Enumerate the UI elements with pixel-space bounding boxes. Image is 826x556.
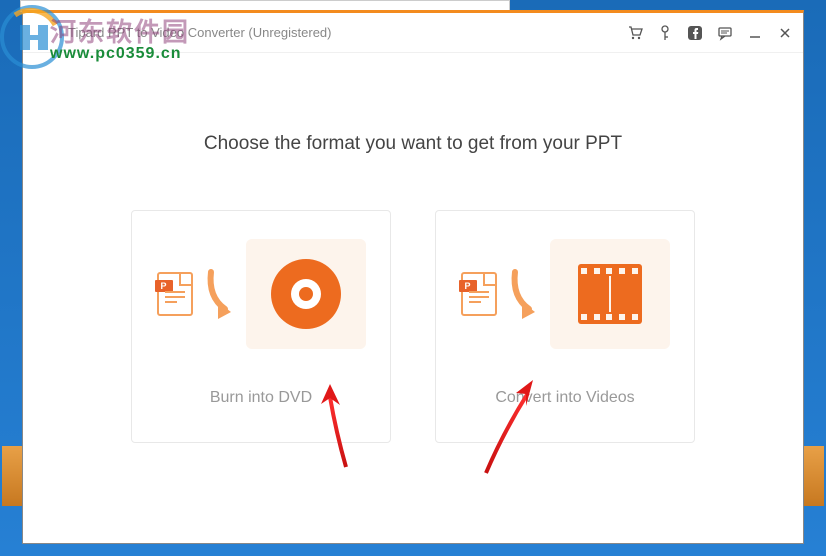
minimize-button[interactable] bbox=[747, 25, 763, 41]
feedback-icon[interactable] bbox=[717, 25, 733, 41]
close-button[interactable] bbox=[777, 25, 793, 41]
main-window: Tipard PPT to Video Converter (Unregiste… bbox=[22, 10, 804, 544]
options-row: P Burn into DVD bbox=[131, 210, 695, 443]
ppt-file-icon: P bbox=[157, 272, 193, 316]
desktop-decoration-left bbox=[2, 446, 22, 506]
facebook-icon[interactable] bbox=[687, 25, 703, 41]
arrow-icon bbox=[203, 267, 238, 322]
cart-icon[interactable] bbox=[627, 25, 643, 41]
annotation-arrow-right bbox=[478, 378, 548, 478]
dvd-target bbox=[246, 239, 366, 349]
option-convert-video[interactable]: P Convert into Vid bbox=[435, 210, 695, 443]
watermark-cn: 河东软件园 bbox=[50, 12, 190, 49]
watermark-text: 河东软件园 www.pc0359.cn bbox=[50, 12, 190, 63]
video-graphics: P bbox=[461, 239, 670, 349]
key-icon[interactable] bbox=[657, 25, 673, 41]
watermark-url: www.pc0359.cn bbox=[50, 45, 190, 63]
film-icon bbox=[578, 264, 642, 324]
titlebar-actions bbox=[627, 25, 793, 41]
arrow-icon bbox=[507, 267, 542, 322]
annotation-arrow-left bbox=[318, 382, 358, 472]
desktop-decoration-right bbox=[804, 446, 824, 506]
dvd-label: Burn into DVD bbox=[210, 389, 312, 407]
dvd-graphics: P bbox=[157, 239, 366, 349]
disc-icon bbox=[271, 259, 341, 329]
ppt-file-icon: P bbox=[461, 272, 497, 316]
content-area: Choose the format you want to get from y… bbox=[23, 53, 803, 443]
video-target bbox=[550, 239, 670, 349]
page-heading: Choose the format you want to get from y… bbox=[204, 133, 622, 155]
